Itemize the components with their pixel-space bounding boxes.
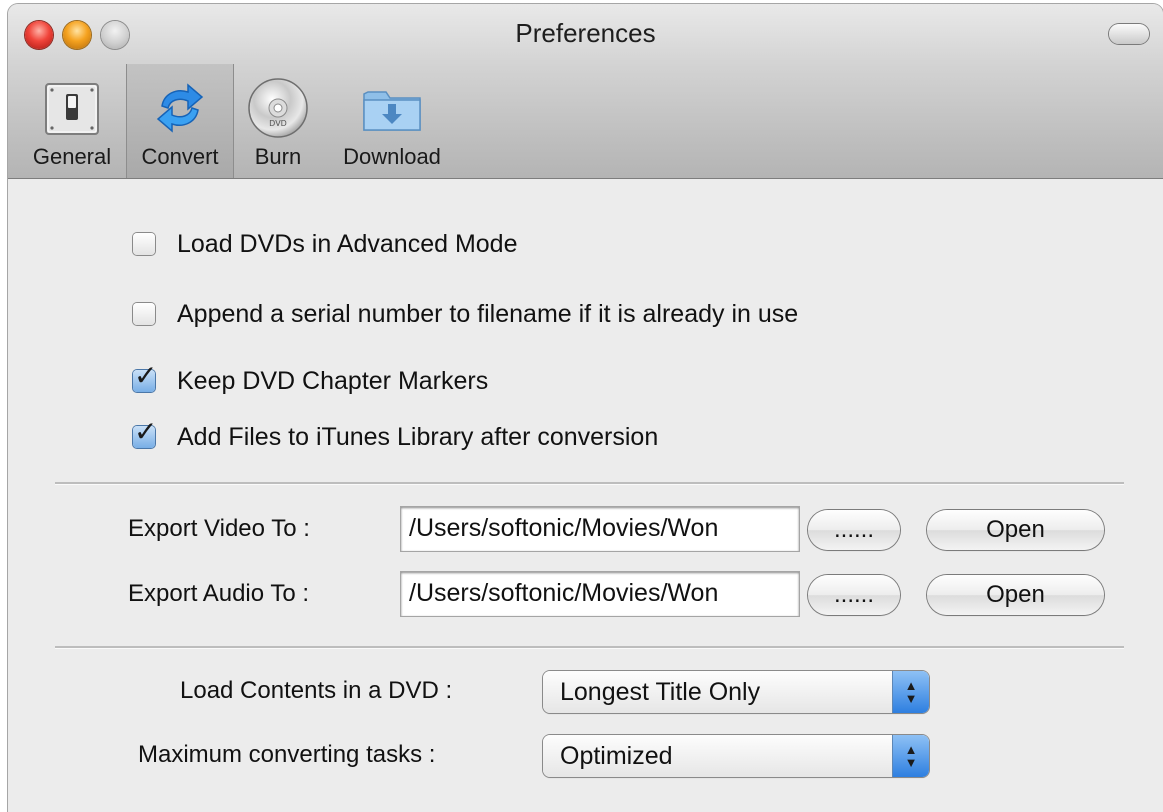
toolbar-toggle-button[interactable] xyxy=(1109,24,1149,44)
option-chapter-markers[interactable]: ✓ Keep DVD Chapter Markers xyxy=(133,362,489,398)
toolbar-label-general: General xyxy=(32,144,112,169)
checkbox[interactable] xyxy=(133,303,155,325)
convert-pane: Load DVDs in Advanced Mode Append a seri… xyxy=(8,179,1163,812)
checkbox[interactable]: ✓ xyxy=(133,362,157,392)
convert-arrows-icon xyxy=(156,83,204,133)
max-tasks-value: Optimized xyxy=(560,742,673,770)
toolbar-label-download: Download xyxy=(343,144,441,169)
load-contents-value: Longest Title Only xyxy=(560,678,761,706)
dvd-disc-icon: DVD xyxy=(248,78,308,138)
option-label: Load DVDs in Advanced Mode xyxy=(177,229,518,258)
titlebar: Preferences General Convert DVD Burn Dow… xyxy=(8,4,1163,179)
toolbar-item-burn[interactable]: DVD Burn xyxy=(234,64,322,178)
max-tasks-select[interactable]: Optimized ▲ ▼ xyxy=(543,735,929,777)
toolbar-label-burn: Burn xyxy=(254,144,302,169)
option-label: Append a serial number to filename if it… xyxy=(177,299,799,328)
option-label: Add Files to iTunes Library after conver… xyxy=(177,422,659,451)
checkmark-icon: ✓ xyxy=(134,416,158,447)
export-audio-open-button[interactable]: Open xyxy=(927,575,1104,615)
export-video-open-button[interactable]: Open xyxy=(927,510,1104,550)
export-audio-label: Export Audio To : xyxy=(128,580,310,607)
checkmark-icon: ✓ xyxy=(134,360,158,391)
export-video-path-field[interactable]: /Users/softonic/Movies/Won xyxy=(401,507,799,551)
export-video-label: Export Video To : xyxy=(128,515,310,542)
export-audio-path-field[interactable]: /Users/softonic/Movies/Won xyxy=(401,572,799,616)
download-folder-icon xyxy=(363,91,421,131)
option-itunes-library[interactable]: ✓ Add Files to iTunes Library after conv… xyxy=(133,418,659,454)
max-tasks-label: Maximum converting tasks : xyxy=(138,741,436,768)
load-contents-select[interactable]: Longest Title Only ▲ ▼ xyxy=(543,671,929,713)
preferences-window: Preferences General Convert DVD Burn Dow… xyxy=(8,4,1163,812)
stepper-arrows-icon: ▲ ▼ xyxy=(893,671,929,713)
window-title: Preferences xyxy=(515,18,656,48)
export-video-browse-button[interactable]: ...... xyxy=(808,510,900,550)
separator xyxy=(55,646,1124,649)
svg-text:DVD: DVD xyxy=(269,119,287,128)
checkbox[interactable]: ✓ xyxy=(133,418,157,448)
option-advanced-mode[interactable]: Load DVDs in Advanced Mode xyxy=(133,227,518,261)
checkbox[interactable] xyxy=(133,233,155,255)
toolbar-item-convert[interactable]: Convert xyxy=(126,64,234,178)
separator xyxy=(55,482,1124,485)
load-contents-label: Load Contents in a DVD : xyxy=(180,677,453,704)
toolbar-item-general[interactable]: General xyxy=(18,64,126,178)
stepper-arrows-icon: ▲ ▼ xyxy=(893,735,929,777)
option-label: Keep DVD Chapter Markers xyxy=(177,366,489,395)
toolbar-item-download[interactable]: Download xyxy=(326,64,458,178)
option-serial-number[interactable]: Append a serial number to filename if it… xyxy=(133,297,798,331)
export-audio-browse-button[interactable]: ...... xyxy=(808,575,900,615)
switch-icon xyxy=(45,83,99,135)
toolbar-label-convert: Convert xyxy=(141,144,219,169)
